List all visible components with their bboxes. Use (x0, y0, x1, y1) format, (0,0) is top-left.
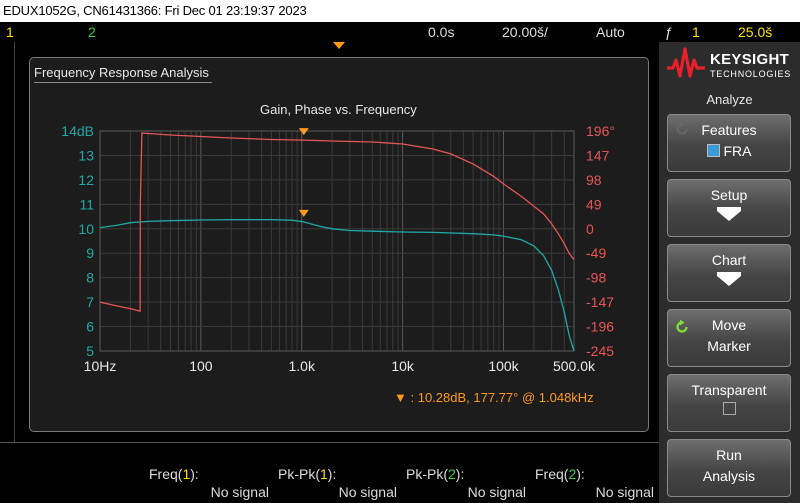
trigger-edge-icon: ƒ (665, 24, 673, 40)
phase-tick-label: -98 (586, 270, 606, 286)
trigger-position-marker-icon (333, 42, 345, 49)
marker-readout-text: : 10.28dB, 177.77° @ 1.048kHz (410, 390, 594, 405)
measurement-label: Freq(1): (149, 466, 199, 482)
measurement-value: No signal (210, 484, 269, 500)
measurement-label: Pk-Pk(2): (406, 466, 464, 482)
transparent-checkbox[interactable] (723, 402, 736, 415)
measurement-name: Freq( (149, 466, 183, 482)
gain-tick-label: 6 (86, 319, 94, 335)
logo-text: KEYSIGHT (710, 51, 790, 68)
move-label: Move (711, 317, 747, 333)
measurement-freq-1[interactable]: Freq(1): No signal (144, 463, 273, 503)
measurement-value: No signal (595, 484, 654, 500)
logo-subtext: TECHNOLOGIES (710, 69, 792, 79)
fra-label: FRA (723, 143, 752, 159)
chart-button[interactable]: Chart (667, 244, 791, 302)
frequency-tick-label: 1.0k (289, 358, 316, 374)
run-analysis-button[interactable]: Run Analysis (667, 439, 791, 497)
status-bar: 1 2 0.0s 20.00š/ Auto ƒ 1 25.0š (0, 22, 800, 42)
measurement-suffix: ): (327, 466, 337, 482)
frequency-tick-label: 100k (488, 358, 519, 374)
chart-label: Chart (711, 252, 747, 268)
measurement-channel: 2 (448, 466, 456, 482)
measurement-label: Pk-Pk(1): (278, 466, 336, 482)
softkey-sidebar: KEYSIGHT TECHNOLOGIES Analyze Features F… (659, 42, 800, 503)
menu-heading: Analyze (706, 92, 753, 107)
gutter-divider (14, 42, 15, 442)
gain-tick-label: 7 (86, 294, 94, 310)
marker-symbol-icon: ▼ (394, 390, 407, 405)
horizontal-delay[interactable]: 0.0s (428, 22, 454, 42)
measurement-freq-2[interactable]: Freq(2): No signal (530, 463, 658, 503)
channel-gutter (0, 42, 15, 442)
measurement-suffix: ): (576, 466, 585, 482)
gain-tick-label: 14dB (61, 123, 94, 139)
measurement-suffix: ): (190, 466, 199, 482)
trigger-level[interactable]: 25.0š (738, 22, 772, 42)
measurement-divider (0, 442, 659, 443)
frequency-tick-label: 10k (391, 358, 415, 374)
channel-2-indicator[interactable]: 2 (88, 22, 96, 42)
keysight-wave-icon (667, 47, 705, 78)
measurement-channel: 1 (320, 466, 328, 482)
run-label: Run (716, 447, 742, 463)
features-label: Features (701, 122, 757, 138)
gain-tick-label: 12 (78, 172, 94, 188)
fra-checkbox[interactable] (706, 144, 720, 157)
gain-tick-label: 9 (86, 245, 94, 261)
measurement-label: Freq(2): (535, 466, 585, 482)
measurement-name: Pk-Pk( (406, 466, 448, 482)
gain-tick-label: 8 (86, 270, 94, 286)
frequency-tick-label: 10Hz (84, 358, 117, 374)
setup-label: Setup (710, 187, 748, 203)
keysight-logo: KEYSIGHT TECHNOLOGIES (667, 46, 795, 86)
gain-tick-label: 5 (86, 343, 94, 359)
fra-panel: Frequency Response Analysis Gain, Phase … (29, 57, 649, 432)
frequency-tick-label: 100 (189, 358, 213, 374)
phase-tick-label: 98 (586, 172, 602, 188)
measurement-suffix: ): (455, 466, 465, 482)
phase-tick-label: 147 (586, 147, 610, 163)
plot-area (100, 131, 574, 351)
phase-tick-label: -196 (586, 319, 614, 335)
phase-tick-label: -147 (586, 294, 614, 310)
phase-tick-label: 196° (586, 123, 615, 139)
measurement-value: No signal (467, 484, 526, 500)
marker-readout: ▼ : 10.28dB, 177.77° @ 1.048kHz (394, 390, 594, 405)
analysis-label: Analysis (702, 468, 756, 484)
phase-tick-label: 0 (586, 221, 594, 237)
measurement-value: No signal (338, 484, 397, 500)
phase-tick-label: 49 (586, 196, 602, 212)
gain-tick-label: 13 (78, 147, 94, 163)
fra-chart[interactable]: 14dB1312111098765196°14798490-49-98-147-… (30, 58, 648, 431)
phase-tick-label: -245 (586, 343, 614, 359)
features-button[interactable]: Features FRA (667, 114, 791, 172)
gain-tick-label: 11 (79, 196, 94, 212)
gain-tick-label: 10 (78, 221, 94, 237)
marker-label: Marker (707, 338, 751, 354)
timebase-scale[interactable]: 20.00š/ (502, 22, 548, 42)
measurement-name: Pk-Pk( (278, 466, 320, 482)
measurement-name: Freq( (535, 466, 569, 482)
transparent-label: Transparent (691, 382, 767, 398)
move-marker-button[interactable]: Move Marker (667, 309, 791, 367)
measurement-pkpk-1[interactable]: Pk-Pk(1): No signal (273, 463, 401, 503)
frequency-tick-label: 500.0k (553, 358, 596, 374)
transparent-button[interactable]: Transparent (667, 374, 791, 432)
trigger-mode[interactable]: Auto (596, 22, 625, 42)
window-title: EDUX1052G, CN61431366: Fri Dec 01 23:19:… (0, 0, 800, 22)
phase-tick-label: -49 (586, 245, 606, 261)
setup-button[interactable]: Setup (667, 179, 791, 237)
channel-1-indicator[interactable]: 1 (6, 22, 14, 42)
fra-option[interactable]: FRA (668, 143, 790, 159)
measurement-pkpk-2[interactable]: Pk-Pk(2): No signal (401, 463, 530, 503)
trigger-channel[interactable]: 1 (692, 22, 700, 42)
